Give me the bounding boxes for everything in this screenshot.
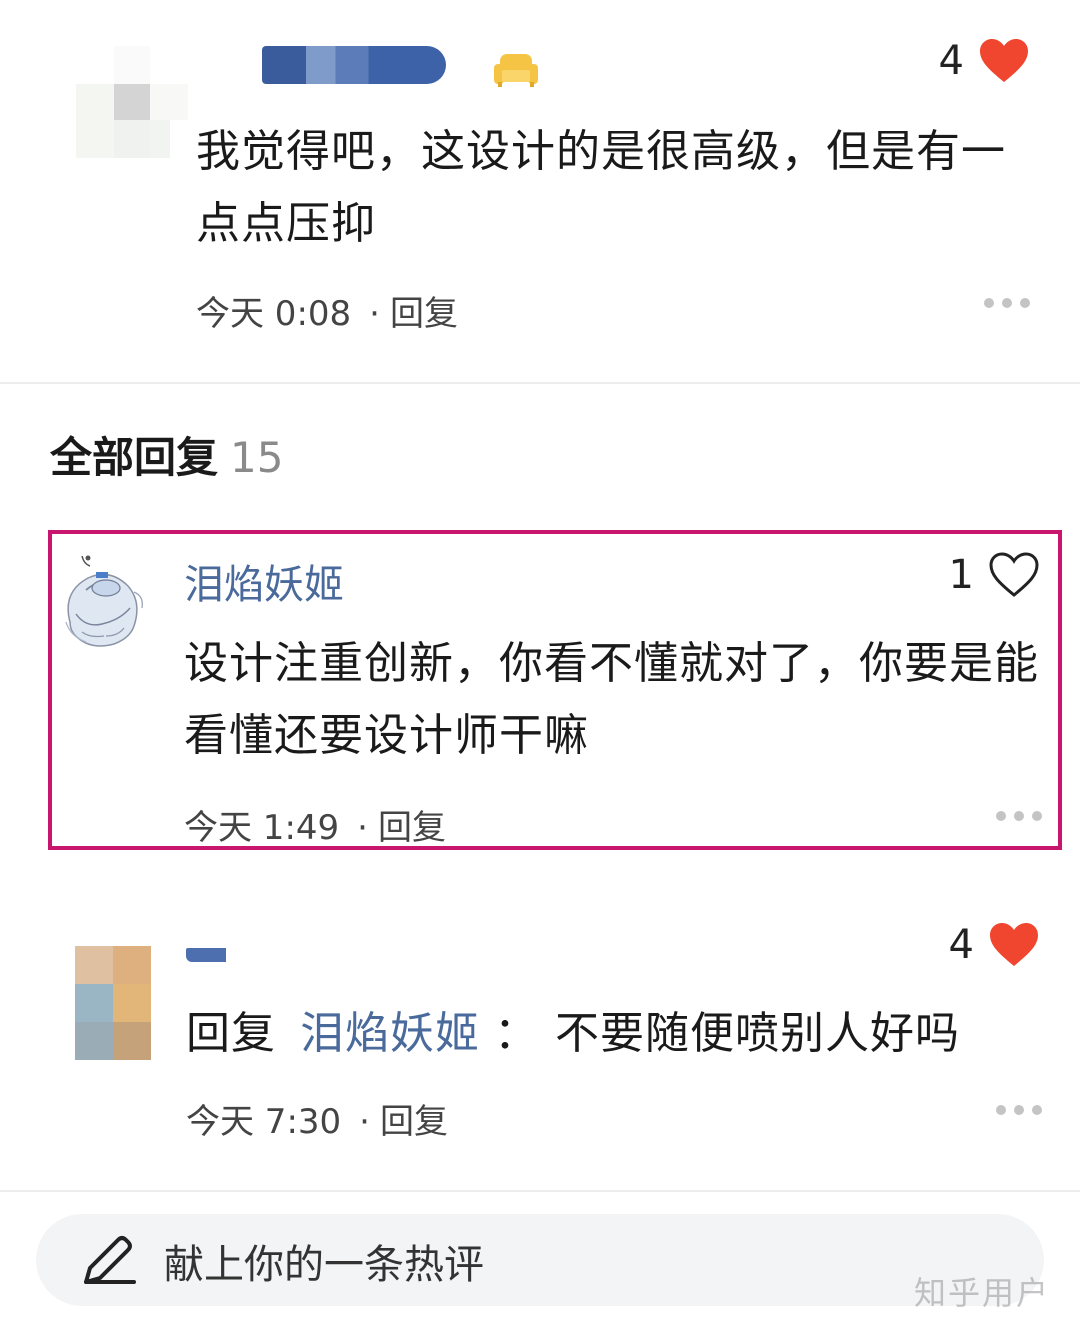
avatar[interactable] bbox=[75, 946, 151, 1060]
separator-dot: · bbox=[369, 294, 380, 334]
separator-dot: · bbox=[359, 1102, 370, 1142]
like-count: 4 bbox=[938, 38, 964, 84]
comment-meta: 今天 0:08 · 回复 bbox=[196, 286, 458, 335]
more-options-icon[interactable] bbox=[984, 298, 1030, 308]
comment-item: 4 回复 泪焰妖姬：不要随便喷别人好吗 今天 7:30 · 回复 bbox=[0, 910, 1080, 1190]
reply-prefix: 回复 bbox=[186, 1008, 276, 1059]
comment-input-placeholder[interactable]: 献上你的一条热评 bbox=[164, 1232, 484, 1290]
heart-filled-icon bbox=[990, 923, 1038, 966]
comment-meta: 今天 7:30 · 回复 bbox=[186, 1094, 448, 1143]
username-redacted[interactable] bbox=[186, 948, 226, 962]
timestamp: 今天 0:08 bbox=[196, 294, 352, 334]
watermark: 知乎用户 bbox=[913, 1274, 1050, 1312]
comment-input-bar[interactable]: 献上你的一条热评 bbox=[36, 1214, 1044, 1306]
timestamp: 今天 7:30 bbox=[186, 1102, 342, 1142]
username-redacted[interactable] bbox=[262, 46, 446, 84]
divider bbox=[0, 382, 1080, 384]
heart-outline-icon bbox=[989, 552, 1039, 597]
reply-link[interactable]: 回复 bbox=[390, 294, 458, 334]
avatar[interactable] bbox=[76, 46, 188, 158]
like-count: 4 bbox=[948, 922, 974, 968]
reply-link[interactable]: 回复 bbox=[380, 1102, 448, 1142]
comment-text: 我觉得吧，这设计的是很高级，但是有一点点压抑 bbox=[196, 126, 1006, 249]
like-count: 1 bbox=[948, 552, 974, 598]
reply-text: 回复 泪焰妖姬 ： 不要随便喷别人好吗 bbox=[186, 998, 960, 1070]
pencil-icon bbox=[78, 1232, 136, 1290]
heart-filled-icon bbox=[980, 39, 1028, 82]
reply-link[interactable]: 回复 bbox=[378, 808, 446, 848]
sofa-badge-icon bbox=[492, 52, 540, 88]
username-link[interactable]: 泪焰妖姬 bbox=[184, 552, 344, 610]
comment-text: 不要随便喷别人好吗 bbox=[555, 1008, 960, 1059]
separator-dot: · bbox=[357, 808, 368, 848]
more-options-icon[interactable] bbox=[996, 1105, 1042, 1115]
all-replies-label: 全部回复 bbox=[50, 433, 219, 482]
divider bbox=[0, 1190, 1080, 1192]
like-button[interactable]: 4 bbox=[939, 38, 1030, 84]
reply-target-link[interactable]: 泪焰妖姬 bbox=[300, 1008, 480, 1059]
all-replies-header: 全部回复 15 bbox=[50, 424, 283, 485]
comment-item: 4 我觉得吧，这设计的是很高级，但是有一点点压抑 今天 0:08 · 回复 bbox=[0, 0, 1080, 380]
all-replies-count: 15 bbox=[230, 433, 284, 482]
more-options-icon[interactable] bbox=[996, 811, 1042, 821]
comment-text: 设计注重创新，你看不懂就对了，你要是能看懂还要设计师干嘛 bbox=[184, 638, 1039, 761]
reply-colon: ： bbox=[494, 1008, 539, 1059]
like-button[interactable]: 1 bbox=[949, 552, 1040, 598]
like-button[interactable]: 4 bbox=[949, 922, 1040, 968]
comment-meta: 今天 1:49 · 回复 bbox=[184, 800, 446, 849]
comment-item: 泪焰妖姬 1 设计注重创新，你看不懂就对了，你要是能看懂还要设计师干嘛 今天 1… bbox=[0, 530, 1080, 850]
timestamp: 今天 1:49 bbox=[184, 808, 340, 848]
comment-page: 4 我觉得吧，这设计的是很高级，但是有一点点压抑 今天 0:08 · 回复 全部回复… bbox=[0, 0, 1080, 1327]
avatar[interactable] bbox=[56, 552, 156, 670]
